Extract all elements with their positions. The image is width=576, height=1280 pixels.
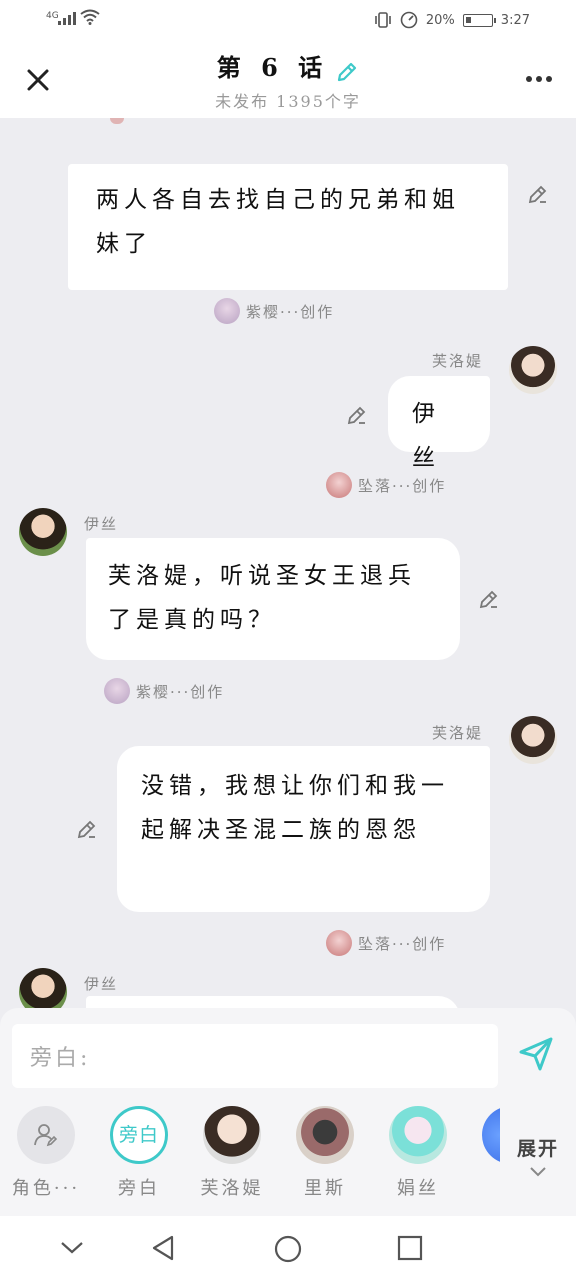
partial-avatar bbox=[110, 118, 124, 124]
role-character[interactable]: 也 bbox=[471, 1106, 500, 1200]
vibrate-icon bbox=[375, 12, 391, 28]
speaker-avatar[interactable] bbox=[509, 346, 557, 394]
author-avatar bbox=[326, 472, 352, 498]
character-avatar bbox=[482, 1106, 500, 1164]
narration-badge: 旁白 bbox=[110, 1106, 168, 1164]
author-avatar bbox=[104, 678, 130, 704]
signal-icon bbox=[58, 12, 76, 25]
message-text: 伊丝 bbox=[412, 401, 440, 471]
page-title[interactable]: 第 6 话 bbox=[217, 53, 328, 82]
expand-label: 展开 bbox=[516, 1138, 559, 1160]
edit-message-icon[interactable] bbox=[76, 818, 98, 840]
narration-bubble[interactable]: 两人各自去找自己的兄弟和姐妹了 bbox=[68, 164, 508, 290]
status-bar: 4G 20% 3:27 bbox=[0, 0, 576, 40]
network-type: 4G bbox=[46, 11, 59, 21]
role-narration[interactable]: 旁白 旁白 bbox=[99, 1106, 179, 1200]
credit-text: 紫樱···创作 bbox=[136, 682, 225, 701]
hide-keyboard-icon[interactable] bbox=[60, 1240, 84, 1256]
role-label: 芙洛媞 bbox=[200, 1178, 264, 1199]
speed-icon bbox=[400, 11, 418, 29]
battery-icon bbox=[462, 13, 496, 27]
send-icon[interactable] bbox=[518, 1036, 554, 1072]
chat-area[interactable]: 两人各自去找自己的兄弟和姐妹了 紫樱···创作 芙洛媞 伊丝 坠落···创作 伊… bbox=[0, 118, 576, 1008]
speaker-name: 芙洛媞 bbox=[432, 352, 484, 370]
edit-title-icon[interactable] bbox=[335, 60, 359, 84]
home-icon[interactable] bbox=[273, 1234, 303, 1264]
system-nav-bar bbox=[0, 1216, 576, 1280]
author-credit[interactable]: 紫樱···创作 bbox=[214, 298, 334, 324]
role-label: 里斯 bbox=[304, 1178, 346, 1199]
composer-panel: 旁白: 角色··· 旁白 旁白 芙洛媞 里斯 娟丝 展开 bbox=[0, 1008, 576, 1216]
author-avatar bbox=[326, 930, 352, 956]
edit-message-icon[interactable] bbox=[346, 404, 368, 426]
role-label: 角色··· bbox=[11, 1178, 81, 1199]
author-avatar bbox=[214, 298, 240, 324]
expand-button[interactable]: 展开 bbox=[510, 1134, 566, 1183]
role-label: 旁白 bbox=[118, 1178, 160, 1199]
speaker-name: 伊丝 bbox=[84, 975, 119, 993]
role-character[interactable]: 娟丝 bbox=[378, 1106, 458, 1200]
edit-message-icon[interactable] bbox=[527, 183, 549, 205]
credit-text: 坠落···创作 bbox=[358, 476, 447, 495]
character-avatar bbox=[203, 1106, 261, 1164]
speaker-name: 芙洛媞 bbox=[432, 724, 484, 742]
wifi-icon bbox=[80, 9, 100, 25]
author-credit[interactable]: 紫樱···创作 bbox=[104, 678, 224, 704]
battery-percent: 20% bbox=[425, 12, 455, 28]
message-bubble-right[interactable]: 伊丝 bbox=[388, 376, 490, 471]
credit-text: 坠落···创作 bbox=[358, 934, 447, 953]
author-credit[interactable]: 坠落···创作 bbox=[326, 930, 446, 956]
speaker-avatar[interactable] bbox=[19, 508, 67, 556]
message-text: 两人各自去找自己的兄弟和姐妹了 bbox=[96, 187, 460, 257]
message-input[interactable]: 旁白: bbox=[12, 1024, 498, 1088]
speaker-name: 伊丝 bbox=[84, 515, 119, 533]
role-selector[interactable]: 角色··· 旁白 旁白 芙洛媞 里斯 娟丝 也 bbox=[0, 1106, 500, 1206]
status-right: 20% 3:27 bbox=[374, 11, 530, 29]
speaker-avatar[interactable] bbox=[509, 716, 557, 764]
role-character[interactable]: 芙洛媞 bbox=[192, 1106, 272, 1200]
speaker-avatar[interactable] bbox=[19, 968, 67, 1008]
header: 第 6 话 未发布 1395个字 bbox=[0, 40, 576, 118]
role-label: 娟丝 bbox=[397, 1178, 439, 1199]
role-add-character[interactable]: 角色··· bbox=[6, 1106, 86, 1200]
message-bubble-left[interactable]: 芙洛媞，听说圣女王退兵了是真的吗？ bbox=[86, 538, 460, 660]
page-subtitle: 未发布 1395个字 bbox=[215, 91, 361, 111]
message-bubble-right[interactable]: 没错，我想让你们和我一起解决圣混二族的恩怨 bbox=[117, 746, 490, 912]
author-credit[interactable]: 坠落···创作 bbox=[326, 472, 446, 498]
title-block: 第 6 话 未发布 1395个字 bbox=[0, 48, 576, 112]
character-icon bbox=[17, 1106, 75, 1164]
chevron-down-icon bbox=[530, 1167, 546, 1177]
message-text: 芙洛媞，听说圣女王退兵了是真的吗？ bbox=[108, 563, 416, 633]
message-text: 没错，我想让你们和我一起解决圣混二族的恩怨 bbox=[141, 773, 449, 843]
more-options-icon[interactable] bbox=[526, 76, 552, 82]
character-avatar bbox=[296, 1106, 354, 1164]
back-icon[interactable] bbox=[150, 1234, 178, 1262]
credit-text: 紫樱···创作 bbox=[246, 302, 335, 321]
recents-icon[interactable] bbox=[396, 1234, 424, 1262]
message-bubble-left[interactable] bbox=[86, 996, 460, 1008]
clock: 3:27 bbox=[500, 12, 530, 28]
role-character[interactable]: 里斯 bbox=[285, 1106, 365, 1200]
role-label: 也 bbox=[471, 1174, 500, 1200]
character-avatar bbox=[389, 1106, 447, 1164]
edit-message-icon[interactable] bbox=[478, 588, 500, 610]
